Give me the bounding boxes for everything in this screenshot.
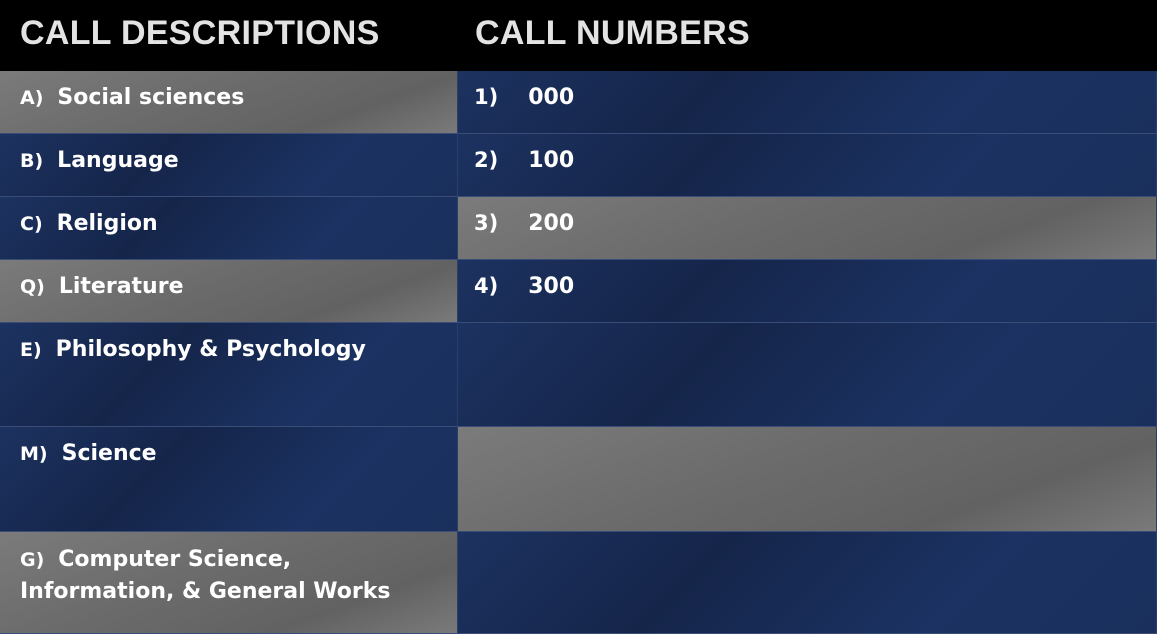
description-key: M) bbox=[20, 443, 48, 465]
description-label: Science bbox=[61, 441, 157, 466]
number-value: 000 bbox=[528, 85, 575, 110]
description-cell-c[interactable]: C) Religion bbox=[0, 197, 458, 260]
description-key: G) bbox=[20, 549, 45, 571]
description-label: Philosophy & Psychology bbox=[55, 337, 366, 362]
number-key: 1) bbox=[474, 85, 499, 109]
description-label: Literature bbox=[58, 274, 184, 299]
description-cell-b[interactable]: B) Language bbox=[0, 134, 458, 197]
number-value: 100 bbox=[528, 148, 575, 173]
number-key: 4) bbox=[474, 274, 499, 298]
description-cell-q[interactable]: Q) Literature bbox=[0, 260, 458, 323]
number-cell-empty-5[interactable] bbox=[458, 323, 1157, 427]
description-cell-g[interactable]: G) Computer Science, Information, & Gener… bbox=[0, 532, 458, 634]
description-label: Religion bbox=[56, 211, 158, 236]
number-value: 200 bbox=[528, 211, 575, 236]
description-key: A) bbox=[20, 87, 44, 109]
number-cell-2[interactable]: 2) 100 bbox=[458, 134, 1157, 197]
call-matching-table: CALL DESCRIPTIONS CALL NUMBERS A) Social … bbox=[0, 0, 1157, 634]
number-value: 300 bbox=[528, 274, 575, 299]
number-cell-empty-6[interactable] bbox=[458, 427, 1157, 532]
header-call-numbers: CALL NUMBERS bbox=[458, 0, 1157, 71]
number-key: 3) bbox=[474, 211, 499, 235]
description-key: C) bbox=[20, 213, 43, 235]
number-cell-3[interactable]: 3) 200 bbox=[458, 197, 1157, 260]
header-call-descriptions: CALL DESCRIPTIONS bbox=[0, 0, 458, 71]
number-cell-1[interactable]: 1) 000 bbox=[458, 71, 1157, 134]
description-label: Computer Science, Information, & General… bbox=[20, 547, 391, 604]
number-cell-4[interactable]: 4) 300 bbox=[458, 260, 1157, 323]
description-cell-e[interactable]: E) Philosophy & Psychology bbox=[0, 323, 458, 427]
description-label: Language bbox=[57, 148, 179, 173]
description-cell-m[interactable]: M) Science bbox=[0, 427, 458, 532]
number-cell-empty-7[interactable] bbox=[458, 532, 1157, 634]
number-key: 2) bbox=[474, 148, 499, 172]
description-label: Social sciences bbox=[57, 85, 245, 110]
description-key: Q) bbox=[20, 276, 45, 298]
description-key: E) bbox=[20, 339, 42, 361]
description-cell-a[interactable]: A) Social sciences bbox=[0, 71, 458, 134]
description-key: B) bbox=[20, 150, 44, 172]
